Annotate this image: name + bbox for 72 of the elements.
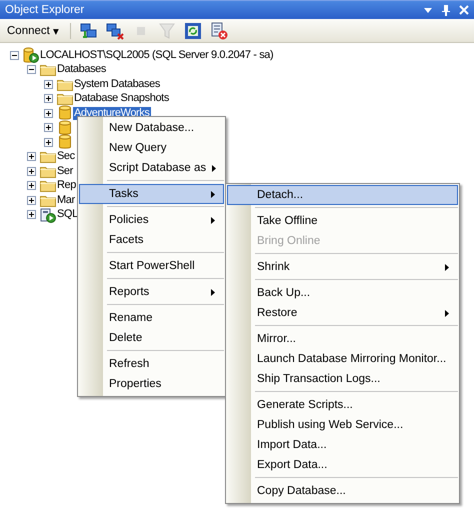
server-icon [23, 47, 39, 64]
tree-item[interactable]: Ser [56, 164, 74, 178]
menu-item[interactable]: Properties [79, 374, 224, 394]
tree-item[interactable]: LOCALHOST\SQL2005 (SQL Server 9.0.2047 - sa) [39, 48, 274, 62]
folder-icon [40, 179, 56, 192]
tree-item[interactable]: Database Snapshots [73, 92, 170, 106]
menu-item[interactable]: Publish using Web Service... [227, 415, 458, 435]
submenu-arrow-icon [211, 190, 215, 198]
close-icon[interactable] [458, 4, 470, 16]
tree-item[interactable]: Mar [56, 194, 76, 207]
window-title: Object Explorer [5, 4, 86, 16]
collapse-icon[interactable] [27, 65, 36, 74]
folder-icon [57, 78, 73, 91]
expand-icon[interactable] [44, 80, 53, 89]
folder-icon [40, 150, 56, 164]
expand-icon[interactable] [44, 94, 53, 104]
expand-icon[interactable] [44, 108, 53, 118]
menu-item[interactable]: Copy Database... [227, 481, 458, 501]
menu-item[interactable]: Back Up... [227, 283, 458, 303]
submenu-arrow-icon [212, 164, 216, 172]
database-icon [59, 134, 71, 150]
menu-item[interactable]: Delete [79, 328, 224, 348]
menu-item[interactable]: Mirror... [227, 329, 458, 349]
folder-icon [40, 63, 56, 76]
collapse-icon[interactable] [10, 50, 19, 60]
menu-item[interactable]: New Database... [79, 118, 224, 138]
menu-item[interactable]: Take Offline [227, 211, 458, 231]
tree-item[interactable]: Databases [56, 63, 107, 76]
menu-item[interactable]: Start PowerShell [79, 256, 224, 276]
expand-icon[interactable] [27, 196, 36, 205]
refresh-icon[interactable] [182, 20, 203, 40]
menu-item[interactable]: Refresh [79, 354, 224, 374]
disconnect-icon[interactable] [104, 20, 125, 40]
agent-icon [40, 206, 56, 223]
menu-item[interactable]: New Query [79, 138, 224, 158]
connect-button[interactable]: Connect ▾ [4, 24, 62, 38]
menu-item[interactable]: Detach... [227, 185, 458, 205]
menu-item[interactable]: Launch Database Mirroring Monitor... [227, 349, 458, 369]
menu-item[interactable]: Reports [79, 282, 224, 302]
submenu-arrow-icon [445, 310, 449, 316]
menu-item[interactable]: Shrink [227, 257, 458, 277]
database-icon [59, 105, 71, 122]
expand-icon[interactable] [27, 152, 36, 162]
expand-icon[interactable] [44, 123, 53, 132]
submenu-arrow-icon [445, 264, 449, 270]
menu-item[interactable]: Import Data... [227, 435, 458, 455]
menu-item[interactable]: Facets [79, 230, 224, 250]
tree-item[interactable]: System Databases [73, 78, 161, 91]
menu-item[interactable]: Export Data... [227, 455, 458, 475]
connect-icon[interactable] [78, 20, 99, 40]
database-icon [59, 120, 71, 136]
expand-icon[interactable] [27, 166, 36, 176]
submenu-arrow-icon [211, 288, 215, 296]
menu-item[interactable]: Generate Scripts... [227, 395, 458, 415]
folder-icon [57, 92, 73, 106]
expand-icon[interactable] [27, 210, 36, 220]
report-icon[interactable] [208, 20, 229, 40]
folder-icon [40, 164, 56, 178]
menu-item[interactable]: Tasks [79, 184, 224, 204]
menu-item[interactable]: Script Database as [79, 158, 224, 178]
tree-item[interactable]: SQL [56, 208, 79, 222]
folder-icon [40, 194, 56, 207]
menu-item[interactable]: Ship Transaction Logs... [227, 369, 458, 389]
menu-item[interactable]: Policies [79, 210, 224, 230]
submenu-arrow-icon [211, 216, 215, 224]
menu-item[interactable]: Restore [227, 303, 458, 323]
pin-icon[interactable] [440, 4, 452, 16]
tree-item[interactable]: Sec [56, 150, 76, 164]
menu-item[interactable]: Rename [79, 308, 224, 328]
expand-icon[interactable] [44, 138, 53, 147]
expand-icon[interactable] [27, 181, 36, 190]
tree-item[interactable]: Rep [56, 179, 77, 192]
